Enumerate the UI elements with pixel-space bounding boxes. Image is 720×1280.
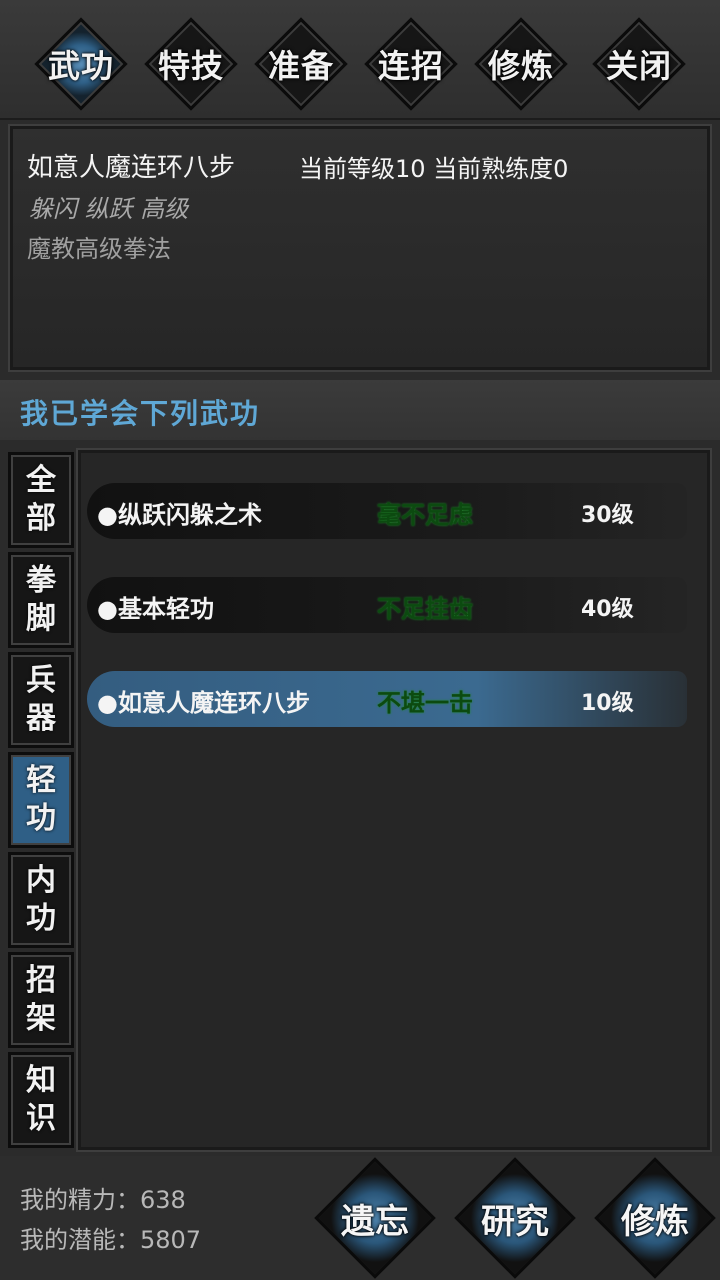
potential-stat: 我的潜能：5807 [20,1226,202,1254]
tab-label: 连招 [377,47,444,85]
category-fist[interactable]: 拳 脚 [8,552,74,648]
tab-label: 特技 [157,47,224,85]
skill-row-selected[interactable]: ●如意人魔连环八步 不堪一击 10级 [87,671,687,727]
skill-info-panel: 如意人魔连环八步 当前等级10 当前熟练度0 躲闪 纵跃 高级 魔教高级拳法 [10,126,710,370]
category-knowledge[interactable]: 知 识 [8,1052,74,1148]
tab-combo[interactable]: 连招 [356,14,466,114]
skill-row-name: ●如意人魔连环八步 [97,689,310,717]
category-weapon[interactable]: 兵 器 [8,652,74,748]
category-parry[interactable]: 招 架 [8,952,74,1048]
category-char: 器 [26,701,56,736]
tab-special-skills[interactable]: 特技 [136,14,246,114]
skill-row[interactable]: ●纵跃闪躲之术 毫不足虑 30级 [87,483,687,539]
category-char: 功 [26,901,56,936]
skill-row[interactable]: ●基本轻功 不足挂齿 40级 [87,577,687,633]
tab-martial-arts[interactable]: 武功 [26,14,136,114]
skill-row-name: ●纵跃闪躲之术 [97,501,262,529]
tab-cultivate[interactable]: 修炼 [466,14,576,114]
skill-row-name: ●基本轻功 [97,595,214,623]
forget-button[interactable]: 遗忘 [310,1157,440,1279]
skill-list: ●纵跃闪躲之术 毫不足虑 30级 ●基本轻功 不足挂齿 40级 ●如意人魔连环八… [78,450,710,1150]
skill-row-grade: 毫不足虑 [377,501,473,529]
skill-description: 魔教高级拳法 [27,235,171,263]
category-all[interactable]: 全 部 [8,452,74,548]
category-char: 知 [26,1063,56,1098]
skill-name: 如意人魔连环八步 [27,153,236,183]
category-char: 全 [26,463,56,498]
close-button[interactable]: 关闭 [584,14,694,114]
practice-button[interactable]: 修炼 [590,1157,720,1279]
category-char: 招 [26,963,56,998]
learned-skills-header: 我已学会下列武功 [0,380,720,440]
tab-prepare[interactable]: 准备 [246,14,356,114]
category-char: 脚 [26,601,56,636]
category-char: 拳 [26,563,56,598]
category-internal[interactable]: 内 功 [8,852,74,948]
category-char: 识 [26,1101,56,1136]
tab-label: 准备 [267,47,334,85]
category-lightness[interactable]: 轻 功 [8,752,74,848]
category-char: 部 [26,501,56,536]
skill-row-level: 30级 [581,503,634,528]
section-title: 我已学会下列武功 [20,397,261,430]
tab-label: 武功 [47,47,114,85]
top-tab-bar: 武功 特技 准备 连招 修炼 关闭 [0,0,720,120]
category-char: 内 [26,863,56,898]
tab-label: 修炼 [487,47,554,85]
skill-level-info: 当前等级10 当前熟练度0 [299,155,569,183]
category-char: 轻 [26,763,56,798]
category-char: 架 [26,1001,56,1036]
research-button[interactable]: 研究 [450,1157,580,1279]
button-label: 研究 [481,1201,549,1242]
skill-row-grade: 不足挂齿 [377,595,473,623]
skill-row-grade: 不堪一击 [377,689,473,717]
button-label: 遗忘 [341,1201,409,1242]
button-label: 修炼 [621,1201,689,1242]
tab-label: 关闭 [605,47,672,85]
category-char: 兵 [26,663,56,698]
energy-stat: 我的精力：638 [20,1186,186,1214]
category-char: 功 [26,801,56,836]
skill-row-level: 10级 [581,691,634,716]
skill-row-level: 40级 [581,597,634,622]
skill-tags: 躲闪 纵跃 高级 [29,195,189,223]
